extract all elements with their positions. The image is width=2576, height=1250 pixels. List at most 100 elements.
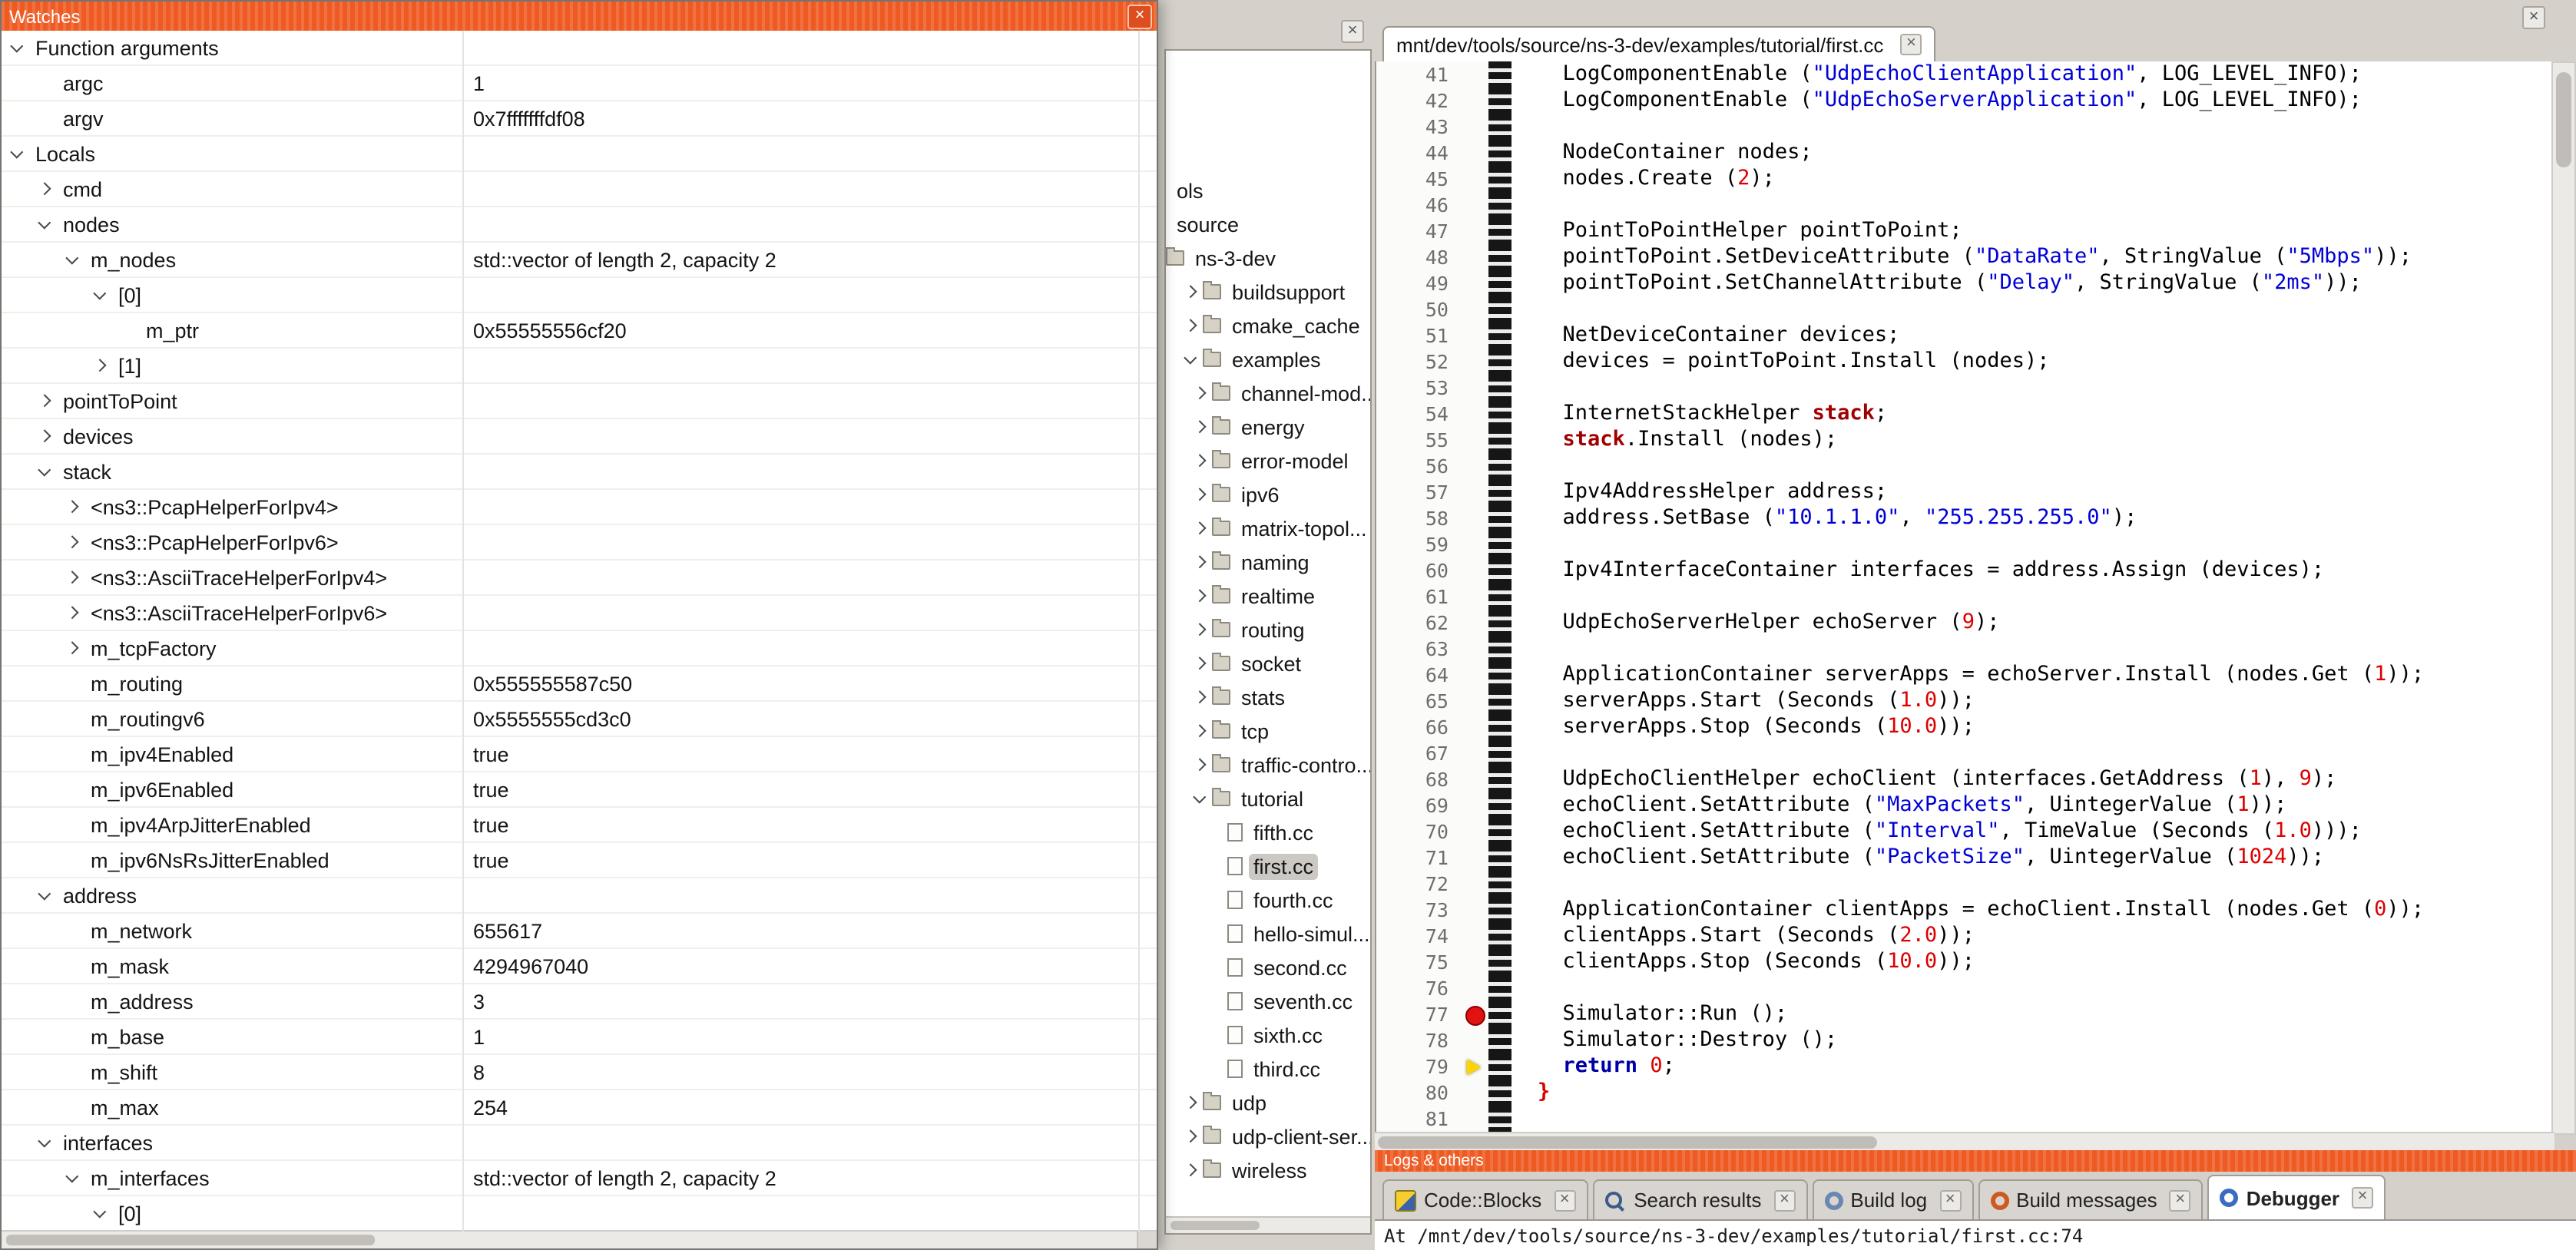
watch-row-devices[interactable]: devices xyxy=(2,419,1157,455)
chevron-right-icon[interactable] xyxy=(1194,389,1212,398)
chevron-right-icon[interactable] xyxy=(66,573,91,582)
breakpoint-margin[interactable] xyxy=(1461,1001,1488,1027)
line-number[interactable]: 47 xyxy=(1376,218,1461,244)
code-text[interactable] xyxy=(1511,296,2554,322)
breakpoint-margin[interactable] xyxy=(1461,740,1488,766)
code-text[interactable]: NetDeviceContainer devices; xyxy=(1511,322,2554,349)
chevron-down-icon[interactable] xyxy=(94,292,118,298)
chevron-right-icon[interactable] xyxy=(1184,1132,1203,1141)
line-number[interactable]: 48 xyxy=(1376,244,1461,270)
code-text[interactable] xyxy=(1511,740,2554,766)
breakpoint-margin[interactable] xyxy=(1461,975,1488,1001)
line-number[interactable]: 55 xyxy=(1376,427,1461,453)
line-number[interactable]: 50 xyxy=(1376,296,1461,322)
line-number[interactable]: 71 xyxy=(1376,845,1461,871)
breakpoint-margin[interactable] xyxy=(1461,766,1488,792)
watch-row-function-arguments[interactable]: Function arguments xyxy=(2,31,1157,66)
chevron-right-icon[interactable] xyxy=(1194,659,1212,668)
tab-close-icon[interactable]: × xyxy=(1939,1189,1961,1211)
tree-item-seventh-cc[interactable]: seventh.cc xyxy=(1166,984,1370,1018)
chevron-right-icon[interactable] xyxy=(66,502,91,511)
breakpoint-margin[interactable] xyxy=(1461,166,1488,192)
chevron-down-icon[interactable] xyxy=(11,150,35,157)
tree-item-ols[interactable]: ols xyxy=(1166,174,1370,207)
code-text[interactable] xyxy=(1511,531,2554,557)
line-number[interactable]: 59 xyxy=(1376,531,1461,557)
line-number[interactable]: 54 xyxy=(1376,401,1461,427)
line-number[interactable]: 45 xyxy=(1376,166,1461,192)
chevron-right-icon[interactable] xyxy=(1194,524,1212,533)
logs-tab-debugger[interactable]: Debugger× xyxy=(2208,1175,2386,1219)
breakpoint-margin[interactable] xyxy=(1461,61,1488,88)
chevron-right-icon[interactable] xyxy=(1184,287,1203,296)
line-number[interactable]: 53 xyxy=(1376,375,1461,401)
line-number[interactable]: 78 xyxy=(1376,1027,1461,1053)
tree-item-wireless[interactable]: wireless xyxy=(1166,1153,1370,1187)
code-text[interactable]: serverApps.Start (Seconds (1.0)); xyxy=(1511,688,2554,714)
breakpoint-margin[interactable] xyxy=(1461,401,1488,427)
code-text[interactable]: Simulator::Run (); xyxy=(1511,1001,2554,1027)
watch-row-0[interactable]: [0] xyxy=(2,278,1157,313)
line-number[interactable]: 70 xyxy=(1376,818,1461,845)
breakpoint-margin[interactable] xyxy=(1461,1027,1488,1053)
line-number[interactable]: 68 xyxy=(1376,766,1461,792)
tab-close-icon[interactable]: × xyxy=(1900,34,1922,55)
chevron-right-icon[interactable] xyxy=(1194,422,1212,432)
watch-row-pointtopoint[interactable]: pointToPoint xyxy=(2,384,1157,419)
code-text[interactable]: echoClient.SetAttribute ("Interval", Tim… xyxy=(1511,818,2554,845)
code-text[interactable]: echoClient.SetAttribute ("MaxPackets", U… xyxy=(1511,792,2554,818)
code-text[interactable]: UdpEchoServerHelper echoServer (9); xyxy=(1511,610,2554,636)
chevron-right-icon[interactable] xyxy=(38,184,63,193)
tree-item-traffic-contro[interactable]: traffic-contro... xyxy=(1166,748,1370,782)
tree-item-socket[interactable]: socket xyxy=(1166,646,1370,680)
chevron-right-icon[interactable] xyxy=(1184,321,1203,330)
watch-row-m-base[interactable]: m_base1 xyxy=(2,1020,1157,1055)
breakpoint-margin[interactable] xyxy=(1461,1106,1488,1132)
tree-item-realtime[interactable]: realtime xyxy=(1166,579,1370,613)
watches-title-bar[interactable]: Watches xyxy=(2,2,1157,31)
code-text[interactable] xyxy=(1511,584,2554,610)
breakpoint-margin[interactable] xyxy=(1461,949,1488,975)
tree-item-tutorial[interactable]: tutorial xyxy=(1166,782,1370,815)
line-number[interactable]: 62 xyxy=(1376,610,1461,636)
chevron-right-icon[interactable] xyxy=(1184,1166,1203,1175)
chevron-right-icon[interactable] xyxy=(1194,625,1212,634)
tree-item-sixth-cc[interactable]: sixth.cc xyxy=(1166,1018,1370,1052)
line-number[interactable]: 60 xyxy=(1376,557,1461,584)
tree-item-routing[interactable]: routing xyxy=(1166,613,1370,646)
scrollbar-thumb[interactable] xyxy=(6,1235,375,1245)
watch-row-m-ptr[interactable]: m_ptr0x55555556cf20 xyxy=(2,313,1157,349)
breakpoint-margin[interactable] xyxy=(1461,479,1488,505)
code-text[interactable]: PointToPointHelper pointToPoint; xyxy=(1511,218,2554,244)
chevron-right-icon[interactable] xyxy=(1194,760,1212,769)
chevron-right-icon[interactable] xyxy=(66,608,91,617)
tree-item-tcp[interactable]: tcp xyxy=(1166,714,1370,748)
code-text[interactable] xyxy=(1511,192,2554,218)
line-number[interactable]: 42 xyxy=(1376,88,1461,114)
editor-tab[interactable]: mnt/dev/tools/source/ns-3-dev/examples/t… xyxy=(1382,26,1935,61)
tree-item-channel-mod[interactable]: channel-mod... xyxy=(1166,376,1370,410)
line-number[interactable]: 58 xyxy=(1376,505,1461,531)
breakpoint-margin[interactable] xyxy=(1461,296,1488,322)
breakpoint-margin[interactable] xyxy=(1461,714,1488,740)
code-text[interactable]: LogComponentEnable ("UdpEchoServerApplic… xyxy=(1511,88,2554,114)
watch-row-m-routingv6[interactable]: m_routingv60x5555555cd3c0 xyxy=(2,702,1157,737)
tree-item-naming[interactable]: naming xyxy=(1166,545,1370,579)
tree-item-ns-3-dev[interactable]: ns-3-dev xyxy=(1166,241,1370,275)
code-editor[interactable]: 41 LogComponentEnable ("UdpEchoClientApp… xyxy=(1375,61,2554,1132)
tree-item-source[interactable]: source xyxy=(1166,207,1370,241)
editor-vertical-scrollbar[interactable] xyxy=(2551,61,2576,1135)
line-number[interactable]: 73 xyxy=(1376,897,1461,923)
breakpoint-margin[interactable] xyxy=(1461,427,1488,453)
tree-item-third-cc[interactable]: third.cc xyxy=(1166,1052,1370,1086)
code-text[interactable]: InternetStackHelper stack; xyxy=(1511,401,2554,427)
chevron-down-icon[interactable] xyxy=(1184,356,1203,362)
watch-row-m-interfaces[interactable]: m_interfacesstd::vector of length 2, cap… xyxy=(2,1161,1157,1196)
watch-row-m-ipv4enabled[interactable]: m_ipv4Enabledtrue xyxy=(2,737,1157,772)
code-text[interactable]: LogComponentEnable ("UdpEchoClientApplic… xyxy=(1511,61,2554,88)
line-number[interactable]: 81 xyxy=(1376,1106,1461,1132)
breakpoint-margin[interactable] xyxy=(1461,140,1488,166)
code-text[interactable]: devices = pointToPoint.Install (nodes); xyxy=(1511,349,2554,375)
tree-item-buildsupport[interactable]: buildsupport xyxy=(1166,275,1370,309)
line-number[interactable]: 51 xyxy=(1376,322,1461,349)
